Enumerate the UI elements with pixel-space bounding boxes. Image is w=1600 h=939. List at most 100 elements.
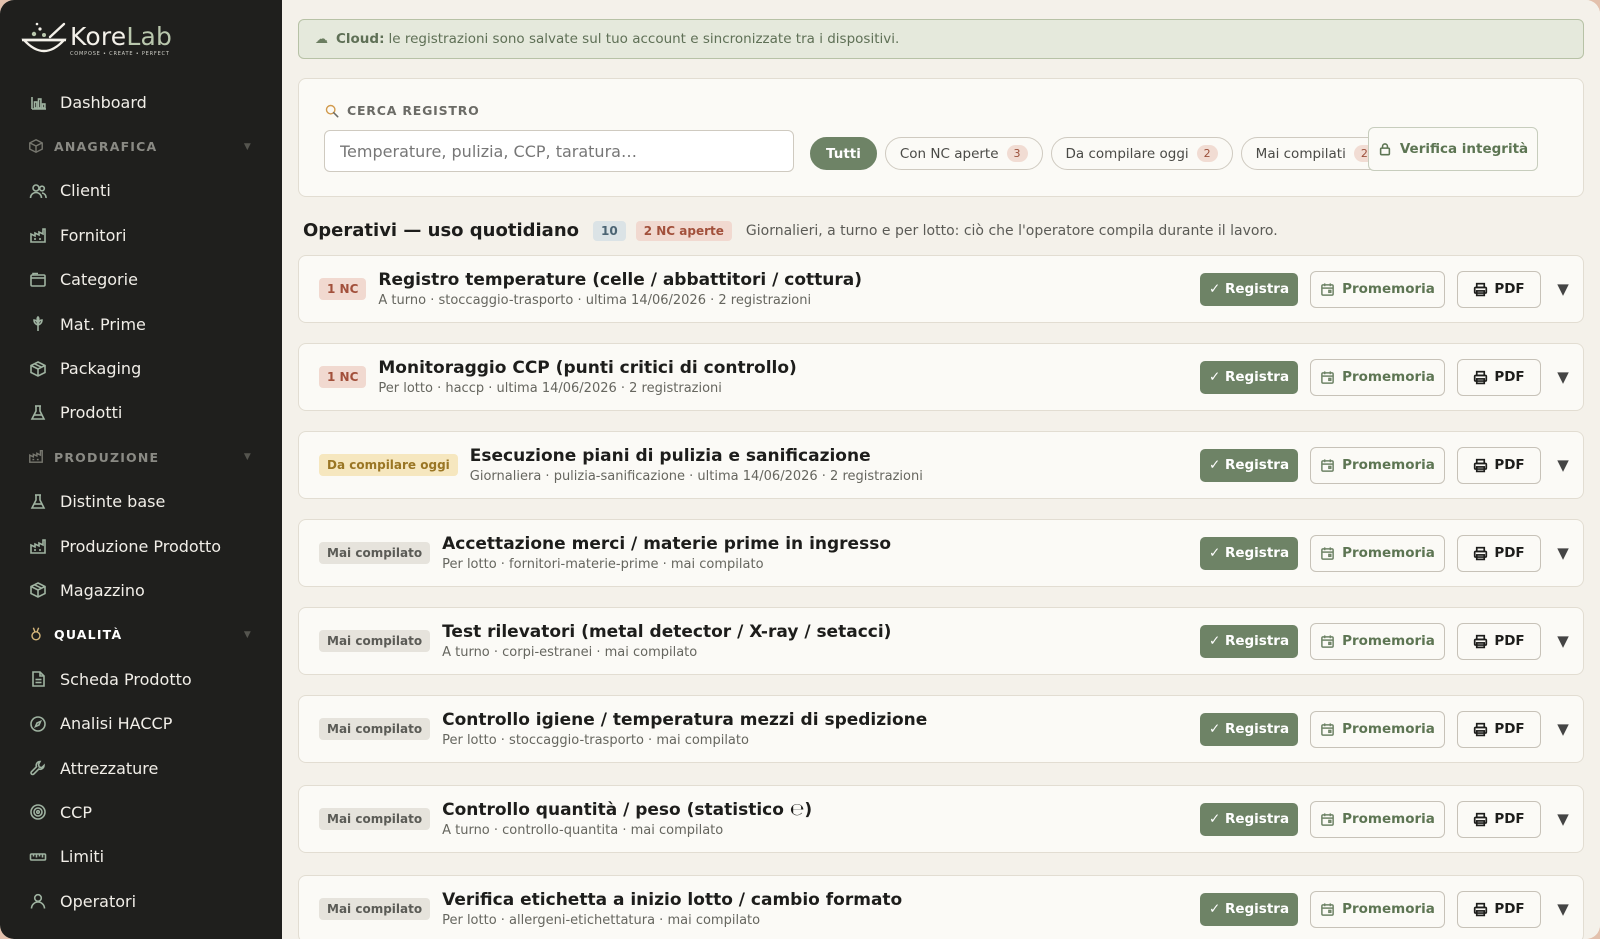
reminder-button[interactable]: Promemoria bbox=[1310, 710, 1445, 748]
sidebar-item-categorie[interactable]: Categorie bbox=[0, 258, 282, 302]
register-row[interactable]: Mai compilato Controllo quantità / peso (… bbox=[298, 785, 1584, 853]
register-button[interactable]: ✓ Registra bbox=[1200, 802, 1298, 836]
logo-bowl-icon bbox=[21, 22, 67, 53]
search-input[interactable] bbox=[324, 130, 794, 172]
register-button[interactable]: ✓ Registra bbox=[1200, 712, 1298, 746]
calendar-icon bbox=[1321, 458, 1334, 472]
sidebar-item-scheda-prodotto[interactable]: Scheda Prodotto bbox=[0, 657, 282, 701]
sidebar-section-label: PRODUZIONE bbox=[54, 449, 160, 465]
register-row[interactable]: 1 NC Registro temperature (celle / abbatt… bbox=[298, 255, 1584, 323]
filter-chip[interactable]: Da compilare oggi 2 bbox=[1050, 137, 1233, 170]
register-button[interactable]: ✓ Registra bbox=[1200, 360, 1298, 394]
sidebar-item-label: Analisi HACCP bbox=[60, 714, 173, 734]
sidebar-item-analisi-haccp[interactable]: Analisi HACCP bbox=[0, 701, 282, 745]
filter-chip-count: 2 bbox=[1196, 145, 1218, 162]
sidebar-section-anagrafica[interactable]: ANAGRAFICA ▼ bbox=[0, 124, 282, 168]
printer-icon bbox=[1474, 634, 1488, 648]
reminder-button[interactable]: Promemoria bbox=[1310, 800, 1445, 838]
pdf-button[interactable]: PDF bbox=[1457, 534, 1541, 572]
compass-icon bbox=[28, 714, 48, 734]
register-button[interactable]: ✓ Registra bbox=[1200, 892, 1298, 926]
reminder-button[interactable]: Promemoria bbox=[1310, 358, 1445, 396]
filter-chips: Tutti Con NC aperte 3 Da compilare oggi 2 Mai… bbox=[810, 137, 1405, 170]
expand-toggle-icon[interactable]: ▼ bbox=[1551, 456, 1575, 474]
sidebar-item-operatori[interactable]: Operatori bbox=[0, 879, 282, 923]
sidebar-item-fornitori[interactable]: Fornitori bbox=[0, 213, 282, 257]
reminder-label: Promemoria bbox=[1342, 369, 1435, 385]
reminder-button[interactable]: Promemoria bbox=[1310, 622, 1445, 660]
expand-toggle-icon[interactable]: ▼ bbox=[1551, 280, 1575, 298]
sidebar-item-clienti[interactable]: Clienti bbox=[0, 169, 282, 213]
register-button[interactable]: ✓ Registra bbox=[1200, 536, 1298, 570]
calendar-icon bbox=[1321, 546, 1334, 560]
register-meta: Per lotto · allergeni-etichettatura · ma… bbox=[442, 913, 761, 928]
verify-integrity-button[interactable]: Verifica integrità bbox=[1368, 127, 1538, 171]
expand-toggle-icon[interactable]: ▼ bbox=[1551, 368, 1575, 386]
register-row[interactable]: Mai compilato Verifica etichetta a inizio… bbox=[298, 875, 1584, 939]
printer-icon bbox=[1474, 282, 1488, 296]
pdf-label: PDF bbox=[1494, 281, 1525, 297]
document-icon bbox=[28, 669, 48, 689]
sidebar-item-prodotti[interactable]: Prodotti bbox=[0, 391, 282, 435]
filter-chip[interactable]: Con NC aperte 3 bbox=[884, 137, 1043, 170]
pdf-button[interactable]: PDF bbox=[1457, 270, 1541, 308]
expand-toggle-icon[interactable]: ▼ bbox=[1551, 632, 1575, 650]
logo[interactable]: KoreLab COMPOSE • CREATE • PERFECT bbox=[20, 20, 172, 60]
bar-chart-icon bbox=[28, 92, 48, 112]
register-button[interactable]: ✓ Registra bbox=[1200, 624, 1298, 658]
brand-name: KoreLab bbox=[70, 21, 173, 51]
status-badge: Mai compilato bbox=[319, 898, 431, 920]
reminder-button[interactable]: Promemoria bbox=[1310, 534, 1445, 572]
filter-chip[interactable]: Tutti bbox=[810, 137, 877, 170]
register-meta: Per lotto · fornitori-materie-prime · ma… bbox=[442, 557, 764, 572]
sidebar-item-distinte-base[interactable]: Distinte base bbox=[0, 480, 282, 524]
sidebar-item-label: Clienti bbox=[60, 181, 111, 201]
expand-toggle-icon[interactable]: ▼ bbox=[1551, 810, 1575, 828]
sidebar-item-limiti[interactable]: Limiti bbox=[0, 835, 282, 879]
reminder-button[interactable]: Promemoria bbox=[1310, 890, 1445, 928]
chevron-down-icon: ▼ bbox=[243, 141, 252, 152]
sidebar-section-qualita[interactable]: QUALITÀ ▼ bbox=[0, 613, 282, 657]
sidebar-section-produzione[interactable]: PRODUZIONE ▼ bbox=[0, 435, 282, 479]
pdf-label: PDF bbox=[1494, 901, 1525, 917]
register-row[interactable]: Mai compilato Accettazione merci / materi… bbox=[298, 519, 1584, 587]
sidebar-section-label: ANAGRAFICA bbox=[54, 139, 158, 155]
sidebar-item-packaging[interactable]: Packaging bbox=[0, 346, 282, 390]
register-row[interactable]: 1 NC Monitoraggio CCP (punti critici di c… bbox=[298, 343, 1584, 411]
expand-toggle-icon[interactable]: ▼ bbox=[1551, 900, 1575, 918]
pdf-button[interactable]: PDF bbox=[1457, 446, 1541, 484]
sidebar-item-label: Limiti bbox=[60, 847, 105, 867]
pdf-button[interactable]: PDF bbox=[1457, 358, 1541, 396]
reminder-button[interactable]: Promemoria bbox=[1310, 446, 1445, 484]
register-title: Controllo quantità / peso (statistico ℮) bbox=[442, 800, 813, 820]
pdf-button[interactable]: PDF bbox=[1457, 890, 1541, 928]
sidebar-item-ccp[interactable]: CCP bbox=[0, 790, 282, 834]
cloud-text: le registrazioni sono salvate sul tuo ac… bbox=[388, 31, 900, 47]
sidebar-item-dashboard[interactable]: Dashboard bbox=[0, 80, 282, 124]
register-row[interactable]: Mai compilato Test rilevatori (metal dete… bbox=[298, 607, 1584, 675]
sidebar-item-mat-prime[interactable]: Mat. Prime bbox=[0, 302, 282, 346]
reminder-button[interactable]: Promemoria bbox=[1310, 270, 1445, 308]
factory-icon bbox=[28, 225, 48, 245]
expand-toggle-icon[interactable]: ▼ bbox=[1551, 544, 1575, 562]
wrench-icon bbox=[28, 758, 48, 778]
sidebar-item-attrezzature[interactable]: Attrezzature bbox=[0, 746, 282, 790]
register-button[interactable]: ✓ Registra bbox=[1200, 448, 1298, 482]
filter-chip-label: Mai compilati bbox=[1255, 145, 1346, 162]
sidebar: KoreLab COMPOSE • CREATE • PERFECT Dashb… bbox=[0, 0, 282, 939]
status-badge: Mai compilato bbox=[319, 808, 431, 830]
register-title: Test rilevatori (metal detector / X-ray … bbox=[442, 622, 892, 642]
register-button[interactable]: ✓ Registra bbox=[1200, 272, 1298, 306]
calendar-icon bbox=[1321, 282, 1334, 296]
sidebar-item-produzione-prodotto[interactable]: Produzione Prodotto bbox=[0, 524, 282, 568]
pdf-label: PDF bbox=[1494, 369, 1525, 385]
pdf-button[interactable]: PDF bbox=[1457, 710, 1541, 748]
pdf-button[interactable]: PDF bbox=[1457, 622, 1541, 660]
sidebar-item-label: Fornitori bbox=[60, 225, 127, 245]
expand-toggle-icon[interactable]: ▼ bbox=[1551, 720, 1575, 738]
pdf-button[interactable]: PDF bbox=[1457, 800, 1541, 838]
register-row[interactable]: Da compilare oggi Esecuzione piani di pul… bbox=[298, 431, 1584, 499]
register-row[interactable]: Mai compilato Controllo igiene / temperat… bbox=[298, 695, 1584, 763]
filter-chip-label: Tutti bbox=[826, 145, 861, 162]
sidebar-item-magazzino[interactable]: Magazzino bbox=[0, 568, 282, 612]
